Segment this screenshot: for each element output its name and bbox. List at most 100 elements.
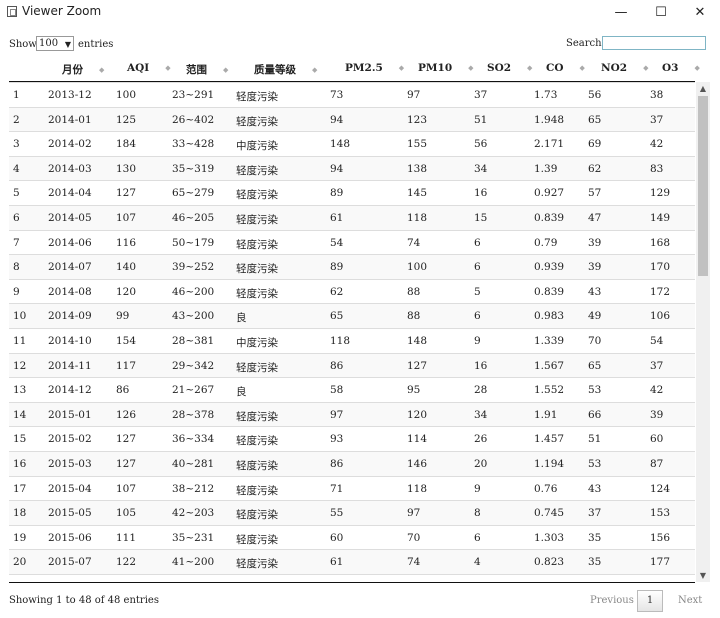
window-titlebar: Viewer Zoom — ☐ ✕ — [0, 0, 720, 26]
column-header[interactable]: AQI ◆ — [127, 62, 171, 74]
table-cell: 117 — [116, 359, 137, 372]
column-header-label: AQI — [127, 62, 150, 74]
scroll-up-icon[interactable]: ▲ — [696, 82, 710, 95]
maximize-button[interactable]: ☐ — [641, 0, 681, 26]
column-header[interactable]: 月份 ◆ — [62, 62, 104, 77]
table-cell: 12 — [13, 359, 27, 372]
previous-page-button[interactable]: Previous — [590, 595, 634, 606]
table-cell: 2014-06 — [48, 236, 92, 249]
scroll-down-icon[interactable]: ▼ — [696, 569, 710, 582]
next-page-button[interactable]: Next — [678, 595, 702, 606]
table-cell: 86 — [116, 384, 130, 397]
table-cell: 轻度污染 — [236, 238, 278, 251]
table-cell: 127 — [116, 458, 137, 470]
table-cell: 105 — [116, 507, 137, 520]
scroll-thumb[interactable] — [698, 96, 708, 276]
current-page-button[interactable]: 1 — [637, 590, 663, 612]
entries-label: entries — [78, 39, 114, 50]
table-row[interactable]: 10 2014-09 99 43~200 良 65 88 6 0.983 49 106 — [9, 303, 695, 329]
table-cell: 95 — [407, 384, 421, 397]
table-row[interactable]: 15 2015-02 127 36~334 轻度污染 93 114 26 1.457 51 60 — [9, 426, 695, 451]
table-cell: 177 — [650, 556, 671, 569]
table-cell: 53 — [588, 458, 602, 470]
table-row[interactable]: 19 2015-06 111 35~231 轻度污染 60 70 6 1.303 35 156 — [9, 524, 695, 550]
table-cell: 100 — [116, 89, 137, 101]
close-button[interactable]: ✕ — [680, 0, 720, 26]
table-cell: 轻度污染 — [236, 287, 278, 300]
table-cell: 0.823 — [534, 556, 565, 569]
table-cell: 2014-11 — [48, 359, 92, 372]
table-row[interactable]: 11 2014-10 154 28~381 中度污染 118 148 9 1.339 70 54 — [9, 328, 695, 353]
table-cell: 中度污染 — [236, 140, 278, 153]
table-cell: 97 — [330, 408, 344, 421]
table-row[interactable]: 13 2014-12 86 21~267 良 58 95 28 1.552 53 42 — [9, 377, 695, 402]
table-row[interactable]: 18 2015-05 105 42~203 轻度污染 55 97 8 0.745 37 153 — [9, 500, 695, 526]
column-header[interactable]: PM2.5 ◆ — [345, 62, 404, 74]
table-row[interactable]: 12 2014-11 117 29~342 轻度污染 86 127 16 1.567 65 37 — [9, 352, 695, 378]
table-row[interactable]: 1 2013-12 100 23~291 轻度污染 73 97 37 1.73 56 38 — [9, 82, 695, 107]
table-cell: 6 — [474, 531, 481, 544]
table-cell: 0.839 — [534, 212, 565, 224]
column-header-label: CO — [546, 62, 564, 74]
table-cell: 56 — [588, 89, 602, 101]
table-cell: 53 — [588, 384, 602, 397]
table-cell: 2.171 — [534, 138, 565, 151]
table-cell: 2014-03 — [48, 162, 92, 175]
table-cell: 172 — [650, 285, 671, 298]
table-row[interactable]: 16 2015-03 127 40~281 轻度污染 86 146 20 1.194 53 87 — [9, 451, 695, 476]
table-row[interactable]: 7 2014-06 116 50~179 轻度污染 54 74 6 0.79 39 168 — [9, 229, 695, 255]
table-row[interactable]: 20 2015-07 122 41~200 轻度污染 61 74 4 0.823 35 177 — [9, 549, 695, 575]
table-cell: 62 — [588, 162, 602, 175]
table-row[interactable]: 9 2014-08 120 46~200 轻度污染 62 88 5 0.839 43 172 — [9, 278, 695, 304]
column-header[interactable]: O3 ◆ — [662, 62, 700, 74]
table-cell: 20 — [13, 556, 27, 569]
table-cell: 39 — [588, 261, 602, 274]
table-cell: 99 — [116, 310, 130, 323]
table-row[interactable]: 2 2014-01 125 26~402 轻度污染 94 123 51 1.948 65 37 — [9, 106, 695, 132]
table-row[interactable]: 17 2015-04 107 38~212 轻度污染 71 118 9 0.76 43 124 — [9, 475, 695, 501]
table-cell: 154 — [116, 335, 137, 347]
table-cell: 35 — [588, 531, 602, 544]
column-header[interactable]: 范围 ◆ — [186, 62, 228, 77]
table-cell: 轻度污染 — [236, 533, 278, 546]
table-cell: 2014-10 — [48, 335, 92, 347]
table-row[interactable]: 5 2014-04 127 65~279 轻度污染 89 145 16 0.927 57 129 — [9, 180, 695, 205]
table-cell: 50~179 — [172, 236, 215, 249]
table-row[interactable]: 212015-0810437~203轻度污染456630.7231150 — [9, 574, 695, 582]
table-row[interactable]: 6 2014-05 107 46~205 轻度污染 61 118 15 0.839 47 149 — [9, 205, 695, 230]
table-cell: 6 — [474, 236, 481, 249]
search-input[interactable] — [602, 36, 706, 50]
table-cell: 2014-07 — [48, 261, 92, 274]
table-cell: 65 — [588, 113, 602, 126]
table-cell: 97 — [407, 507, 421, 520]
table-cell: 42~203 — [172, 507, 215, 520]
table-cell: 124 — [650, 482, 671, 495]
table-cell: 9 — [474, 482, 481, 495]
table-cell: 83 — [650, 162, 664, 175]
column-header[interactable]: 质量等级 ◆ — [254, 62, 317, 77]
table-cell: 120 — [407, 408, 428, 421]
table-cell: 97 — [407, 89, 421, 101]
entries-select[interactable]: 100 ▼ — [36, 36, 74, 51]
table-cell: 168 — [650, 236, 671, 249]
column-header[interactable]: PM10 ◆ — [418, 62, 474, 74]
table-cell: 127 — [407, 359, 428, 372]
table-row[interactable]: 3 2014-02 184 33~428 中度污染 148 155 56 2.171 69 42 — [9, 131, 695, 156]
table-row[interactable]: 14 2015-01 126 28~378 轻度污染 97 120 34 1.91 66 39 — [9, 401, 695, 427]
column-header[interactable]: NO2 ◆ — [601, 62, 648, 74]
table-cell: 良 — [236, 312, 247, 325]
table-row[interactable]: 8 2014-07 140 39~252 轻度污染 89 100 6 0.939 39 170 — [9, 254, 695, 280]
table-cell: 1.339 — [534, 335, 565, 347]
column-header[interactable]: SO2 ◆ — [487, 62, 532, 74]
table-cell: 38 — [650, 89, 664, 101]
entries-select-value: 100 — [39, 38, 59, 49]
minimize-button[interactable]: — — [601, 0, 641, 26]
table-row[interactable]: 4 2014-03 130 35~319 轻度污染 94 138 34 1.39 62 83 — [9, 155, 695, 181]
vertical-scrollbar[interactable]: ▲ ▼ — [696, 82, 710, 582]
table-cell: 118 — [407, 482, 428, 495]
column-header[interactable]: CO ◆ — [546, 62, 585, 74]
table-cell: 60 — [330, 531, 344, 544]
table-cell: 86 — [330, 458, 344, 470]
table-cell: 轻度污染 — [236, 435, 278, 448]
table-cell: 127 — [116, 433, 137, 446]
